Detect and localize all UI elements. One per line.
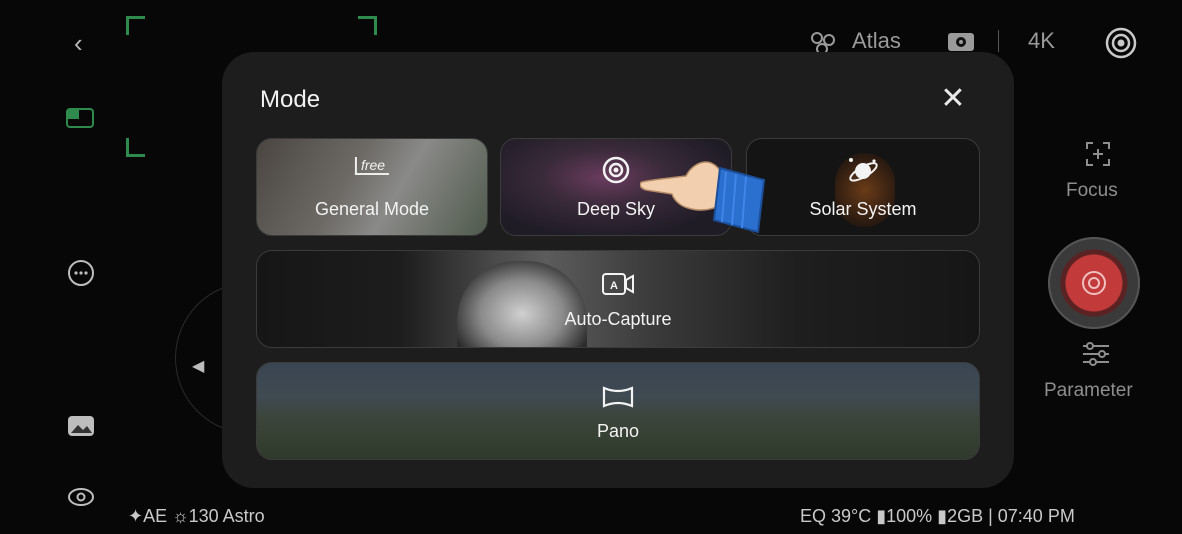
mode-card-general[interactable]: free General Mode — [256, 138, 488, 236]
parameter-label[interactable]: Parameter — [1044, 380, 1133, 402]
status-left: ✦AE ☼130 Astro — [128, 506, 265, 526]
gallery-icon[interactable] — [66, 414, 96, 440]
shutter-button[interactable] — [1048, 237, 1140, 329]
atlas-label[interactable]: Atlas — [852, 28, 901, 54]
back-icon[interactable]: ‹ — [74, 30, 94, 56]
dialog-title: Mode — [260, 86, 321, 113]
auto-capture-icon: A — [602, 273, 634, 295]
divider — [998, 30, 999, 52]
focus-label[interactable]: Focus — [1066, 180, 1118, 202]
layout-icon[interactable] — [66, 108, 96, 130]
frame-corner-top-left — [126, 16, 145, 35]
pano-icon — [602, 386, 634, 408]
mode-dialog: Mode ✕ free General Mode Deep Sky Solar — [222, 52, 1014, 488]
frame-corner-top-right — [358, 16, 377, 35]
shutter-target-icon — [1082, 271, 1106, 295]
mode-card-solar-system[interactable]: Solar System — [746, 138, 980, 236]
mode-card-auto-capture[interactable]: A Auto-Capture — [256, 250, 980, 348]
eye-icon[interactable] — [66, 486, 96, 508]
dial-left-arrow-icon[interactable]: ◀ — [192, 356, 204, 376]
svg-text:A: A — [610, 280, 618, 292]
status-right: EQ 39°C ▮100% ▮2GB | 07:40 PM — [800, 506, 1075, 526]
close-button[interactable]: ✕ — [936, 84, 970, 118]
resolution-label[interactable]: 4K — [1028, 28, 1055, 54]
general-mode-label: General Mode — [314, 199, 430, 219]
camera-screen: ‹ ◀ Atlas 4K Focus Parameter ✦AE ☼130 As… — [0, 0, 1182, 534]
free-badge-icon: free — [354, 157, 390, 175]
deep-sky-icon — [602, 156, 630, 184]
pointing-hand-icon — [640, 161, 766, 234]
mode-card-pano[interactable]: Pano — [256, 362, 980, 460]
frame-corner-bottom-left — [126, 138, 145, 157]
camera-mode-icon[interactable] — [946, 30, 976, 54]
auto-capture-label: Auto-Capture — [564, 309, 672, 329]
planet-icon — [849, 158, 878, 182]
pano-label: Pano — [596, 421, 640, 441]
solar-system-label: Solar System — [809, 199, 917, 219]
focus-icon[interactable] — [1084, 140, 1112, 168]
bird-image — [457, 261, 587, 347]
target-icon[interactable] — [1104, 26, 1138, 60]
parameter-icon[interactable] — [1080, 340, 1112, 368]
more-icon[interactable] — [66, 258, 96, 288]
